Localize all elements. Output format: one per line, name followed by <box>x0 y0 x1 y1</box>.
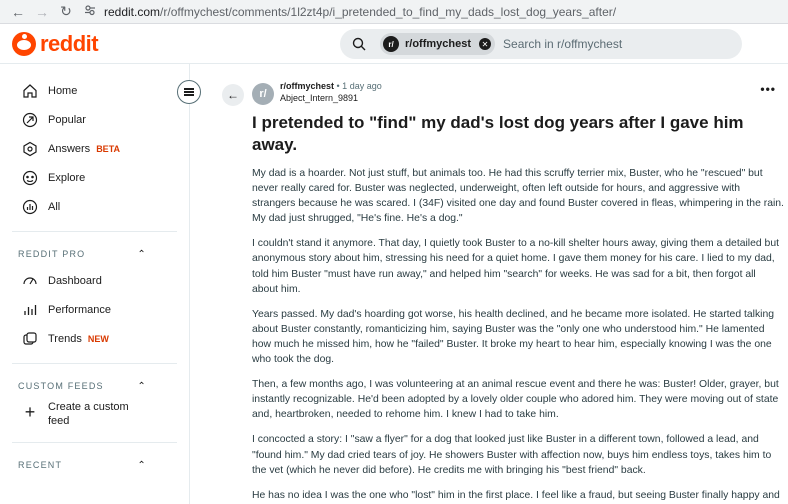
sidebar-item-dashboard[interactable]: Dashboard <box>0 266 189 295</box>
chevron-up-icon: ⌃ <box>137 459 147 471</box>
search-input[interactable] <box>503 37 704 51</box>
sidebar-item-answers[interactable]: Answers BETA <box>0 134 189 163</box>
section-label: CUSTOM FEEDS <box>18 381 104 391</box>
url-host: reddit.com <box>104 4 161 19</box>
reddit-header: reddit r/ r/offmychest ✕ <box>0 24 788 64</box>
sidebar-divider <box>12 231 177 232</box>
home-icon <box>23 83 37 98</box>
post-paragraph: I concocted a story: I "saw a flyer" for… <box>252 434 772 476</box>
reddit-logo[interactable]: reddit <box>12 30 99 57</box>
snoo-icon <box>12 31 36 56</box>
post-title: I pretended to "find" my dad's lost dog … <box>252 113 744 154</box>
beta-badge: BETA <box>96 143 121 154</box>
sidebar-item-explore[interactable]: Explore <box>0 163 189 192</box>
browser-toolbar: ← → ↻ reddit.com/r/offmychest/comments/1… <box>0 0 788 24</box>
close-icon[interactable]: ✕ <box>479 38 492 50</box>
section-custom-feeds[interactable]: CUSTOM FEEDS ⌃ <box>0 374 189 398</box>
sidebar-item-popular[interactable]: Popular <box>0 105 189 134</box>
performance-icon <box>24 304 37 315</box>
sidebar-item-label: Performance <box>48 303 111 316</box>
author-link[interactable]: Abject_Intern_9891 <box>280 92 382 104</box>
section-label: RECENT <box>18 460 63 470</box>
url-path: /r/offmychest/comments/1l2zt4p/i_pretend… <box>160 4 617 19</box>
sidebar-item-performance[interactable]: Performance <box>0 295 189 324</box>
post-meta-text: r/offmychest • 1 day ago Abject_Intern_9… <box>280 80 382 104</box>
sidebar-item-all[interactable]: All <box>0 192 189 221</box>
subreddit-search-chip[interactable]: r/ r/offmychest ✕ <box>380 33 496 55</box>
address-bar[interactable]: reddit.com/r/offmychest/comments/1l2zt4p… <box>84 4 616 19</box>
sidebar-item-trends[interactable]: Trends NEW <box>0 324 189 353</box>
search-icon <box>352 37 366 51</box>
sidebar-item-label: Create a custom feed <box>48 401 129 427</box>
sidebar-item-label: Answers <box>48 142 91 155</box>
sidebar-item-label: Popular <box>48 113 86 126</box>
chip-label: r/offmychest <box>405 38 472 50</box>
sidebar-item-home[interactable]: Home <box>0 76 189 105</box>
section-reddit-pro[interactable]: REDDIT PRO ⌃ <box>0 242 189 266</box>
sidebar-item-label: Trends <box>48 332 82 345</box>
more-options-icon[interactable]: ••• <box>760 82 776 96</box>
forward-arrow-icon[interactable]: → <box>32 2 52 22</box>
trends-icon <box>23 331 37 345</box>
back-arrow-icon[interactable]: ← <box>8 2 28 22</box>
post-meta: ← r/ r/offmychest • 1 day ago Abject_Int… <box>222 80 776 106</box>
popular-icon <box>22 112 38 127</box>
subreddit-avatar[interactable]: r/ <box>252 83 274 105</box>
sidebar-divider <box>12 442 177 443</box>
logo-text: reddit <box>40 30 99 56</box>
reload-icon[interactable]: ↻ <box>56 2 76 22</box>
post-paragraph: My dad is a hoarder. Not just stuff, but… <box>252 168 784 225</box>
post-paragraph: He has no idea I was the one who "lost" … <box>252 489 780 501</box>
post-paragraph: I couldn't stand it anymore. That day, I… <box>252 238 779 295</box>
site-info-icon[interactable] <box>84 4 96 19</box>
plus-icon: + <box>24 402 36 422</box>
subreddit-avatar-icon: r/ <box>383 36 399 52</box>
subreddit-link[interactable]: r/offmychest <box>280 81 334 91</box>
post-paragraph: Years passed. My dad's hoarding got wors… <box>252 308 775 366</box>
chevron-up-icon: ⌃ <box>137 380 147 392</box>
post-time: • 1 day ago <box>336 81 382 91</box>
chevron-up-icon: ⌃ <box>137 248 147 260</box>
sidebar-divider <box>12 363 177 364</box>
explore-icon <box>22 170 38 185</box>
sidebar-item-label: Dashboard <box>48 274 102 287</box>
answers-icon <box>23 141 37 156</box>
search-bar[interactable]: r/ r/offmychest ✕ <box>340 29 742 59</box>
all-icon <box>22 199 38 214</box>
sidebar-item-label: All <box>48 200 61 213</box>
sidebar-item-label: Explore <box>48 171 86 184</box>
create-custom-feed-button[interactable]: + Create a custom feed <box>0 398 189 432</box>
sidebar-item-label: Home <box>48 84 78 97</box>
section-recent[interactable]: RECENT ⌃ <box>0 453 189 477</box>
dashboard-icon <box>23 276 37 284</box>
post-main: ← r/ r/offmychest • 1 day ago Abject_Int… <box>190 64 788 504</box>
post-paragraph: Then, a few months ago, I was volunteeri… <box>252 379 779 421</box>
left-sidebar: Home Popular Answers BETA Explore All RE… <box>0 64 201 504</box>
new-badge: NEW <box>87 333 109 344</box>
back-button[interactable]: ← <box>222 84 244 106</box>
section-label: REDDIT PRO <box>18 249 86 259</box>
post-body: My dad is a hoarder. Not just stuff, but… <box>252 166 784 504</box>
